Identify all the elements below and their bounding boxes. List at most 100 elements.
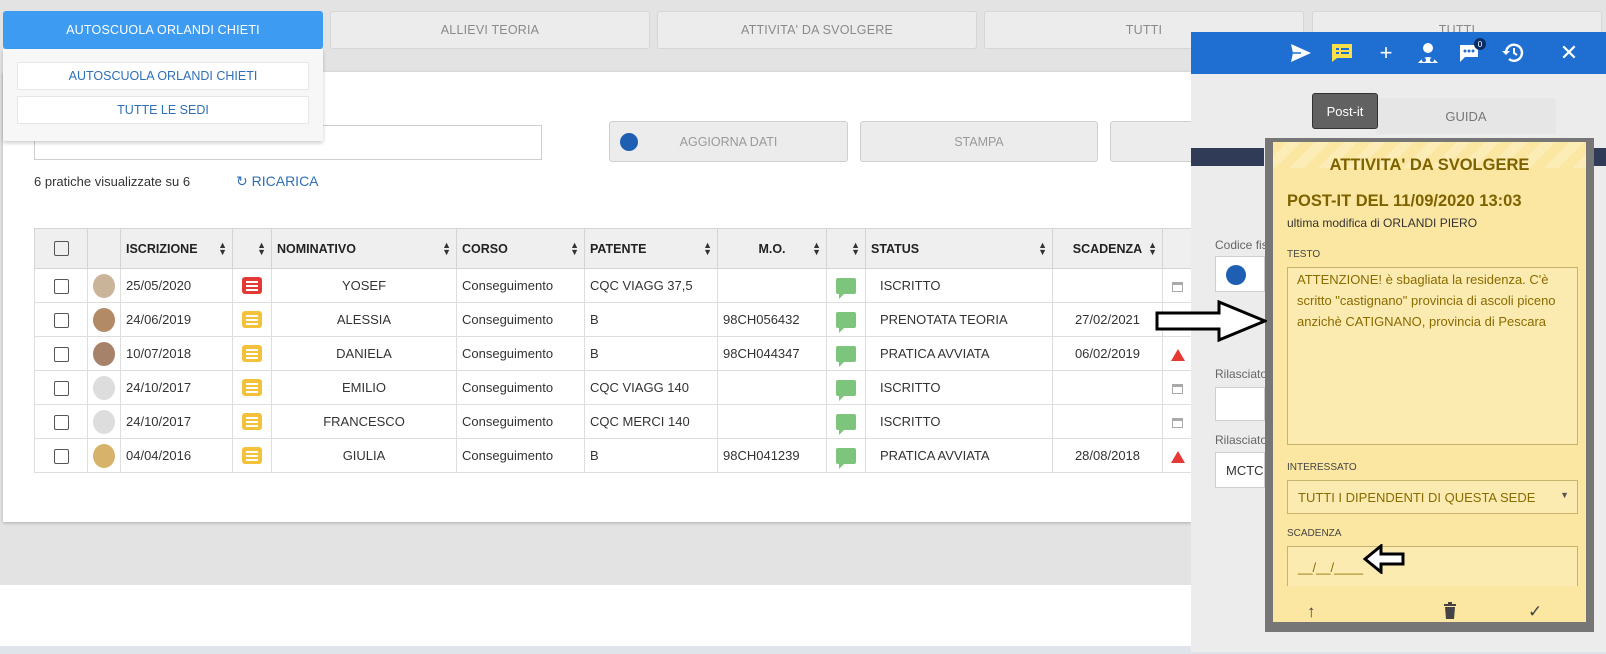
aggiorna-dati-button[interactable]: AGGIORNA DATI	[609, 121, 848, 162]
chevron-down-icon: ▼	[1560, 490, 1569, 500]
row-select-cell[interactable]	[35, 303, 88, 337]
send-icon[interactable]	[1288, 40, 1314, 66]
chat-icon[interactable]	[836, 346, 856, 362]
note-icon[interactable]	[242, 413, 262, 430]
chat-cell[interactable]	[827, 405, 866, 439]
stampa-button[interactable]: STAMPA	[860, 121, 1098, 162]
table-row[interactable]: 24/10/2017EMILIOConseguimentoCQC VIAGG 1…	[35, 371, 1193, 405]
header-patente[interactable]: PATENTE▲▼	[585, 229, 718, 269]
table-row[interactable]: 24/10/2017FRANCESCOConseguimentoCQC MERC…	[35, 405, 1193, 439]
user-icon[interactable]	[1415, 40, 1441, 66]
trash-icon[interactable]	[1443, 602, 1457, 624]
chat-cell[interactable]	[827, 269, 866, 303]
note-cell[interactable]	[233, 371, 272, 405]
dropdown-item-chieti[interactable]: AUTOSCUOLA ORLANDI CHIETI	[17, 62, 309, 90]
header-mo[interactable]: M.O.▲▼	[718, 229, 827, 269]
chat-cell[interactable]	[827, 439, 866, 473]
header-scadenza[interactable]: SCADENZA▲▼	[1053, 229, 1163, 269]
cell-nominativo[interactable]: EMILIO	[272, 371, 457, 405]
row-checkbox[interactable]	[54, 347, 69, 362]
dropdown-item-tutte-sedi[interactable]: TUTTE LE SEDI	[17, 96, 309, 124]
row-select-cell[interactable]	[35, 439, 88, 473]
header-chat[interactable]: ▲▼	[827, 229, 866, 269]
header-status[interactable]: STATUS▲▼	[866, 229, 1053, 269]
chat-icon[interactable]	[836, 448, 856, 464]
chat-icon[interactable]	[836, 414, 856, 430]
note-cell[interactable]	[233, 269, 272, 303]
row-select-cell[interactable]	[35, 337, 88, 371]
table-row[interactable]: 10/07/2018DANIELAConseguimentoB98CH04434…	[35, 337, 1193, 371]
note-icon[interactable]	[242, 379, 262, 396]
rilasciato-field[interactable]	[1215, 387, 1265, 421]
move-up-icon[interactable]: ↑	[1307, 602, 1316, 622]
select-all-checkbox[interactable]	[54, 241, 69, 256]
chat-icon[interactable]	[836, 278, 856, 294]
header-nominativo[interactable]: NOMINATIVO▲▼	[272, 229, 457, 269]
sort-icon[interactable]: ▲▼	[1148, 242, 1157, 256]
note-icon[interactable]	[242, 277, 262, 294]
chat-cell[interactable]	[827, 371, 866, 405]
flag-cell	[1163, 269, 1193, 303]
cell-status: PRATICA AVVIATA	[866, 337, 1053, 371]
postit-icon[interactable]	[1329, 40, 1355, 66]
note-cell[interactable]	[233, 405, 272, 439]
sort-icon[interactable]: ▲▼	[218, 242, 227, 256]
header-select-all[interactable]	[35, 229, 88, 269]
sort-icon[interactable]: ▲▼	[851, 242, 860, 256]
avatar	[93, 444, 115, 468]
header-flag	[1163, 229, 1193, 269]
table-row[interactable]: 25/05/2020YOSEFConseguimentoCQC VIAGG 37…	[35, 269, 1193, 303]
codice-fiscale-field[interactable]	[1215, 256, 1265, 292]
header-note[interactable]: ▲▼	[233, 229, 272, 269]
note-icon[interactable]	[242, 345, 262, 362]
row-checkbox[interactable]	[54, 381, 69, 396]
cell-patente: B	[585, 439, 718, 473]
row-checkbox[interactable]	[54, 313, 69, 328]
interessato-select[interactable]: TUTTI I DIPENDENTI DI QUESTA SEDE ▼	[1287, 480, 1578, 514]
tab-guida[interactable]: GUIDA	[1376, 98, 1556, 134]
cell-nominativo[interactable]: DANIELA	[272, 337, 457, 371]
cell-nominativo[interactable]: YOSEF	[272, 269, 457, 303]
reload-link[interactable]: ↻ RICARICA	[236, 173, 319, 190]
tab-allievi-teoria[interactable]: ALLIEVI TEORIA	[330, 11, 650, 49]
chat-cell[interactable]	[827, 337, 866, 371]
cell-nominativo[interactable]: ALESSIA	[272, 303, 457, 337]
chat-cell[interactable]	[827, 303, 866, 337]
note-cell[interactable]	[233, 439, 272, 473]
scadenza-input[interactable]: __/__/____	[1287, 546, 1578, 586]
tab-autoscuola[interactable]: AUTOSCUOLA ORLANDI CHIETI	[3, 11, 323, 49]
close-icon[interactable]: ✕	[1556, 40, 1582, 66]
chat-icon[interactable]	[836, 312, 856, 328]
cell-nominativo[interactable]: GIULIA	[272, 439, 457, 473]
sort-icon[interactable]: ▲▼	[1038, 242, 1047, 256]
row-checkbox[interactable]	[54, 415, 69, 430]
row-select-cell[interactable]	[35, 405, 88, 439]
row-checkbox[interactable]	[54, 449, 69, 464]
row-select-cell[interactable]	[35, 371, 88, 405]
sort-icon[interactable]: ▲▼	[703, 242, 712, 256]
note-cell[interactable]	[233, 337, 272, 371]
row-select-cell[interactable]	[35, 269, 88, 303]
note-cell[interactable]	[233, 303, 272, 337]
row-checkbox[interactable]	[54, 279, 69, 294]
note-icon[interactable]	[242, 447, 262, 464]
confirm-icon[interactable]: ✓	[1528, 602, 1542, 622]
table-row[interactable]: 04/04/2016GIULIAConseguimentoB98CH041239…	[35, 439, 1193, 473]
tab-attivita[interactable]: ATTIVITA' DA SVOLGERE	[657, 11, 977, 49]
sort-icon[interactable]: ▲▼	[812, 242, 821, 256]
rilasciato-value-field[interactable]: MCTC	[1215, 452, 1265, 488]
history-icon[interactable]	[1500, 40, 1526, 66]
extra-button[interactable]	[1110, 121, 1200, 162]
header-corso[interactable]: CORSO▲▼	[457, 229, 585, 269]
chat-icon[interactable]	[836, 380, 856, 396]
sort-icon[interactable]: ▲▼	[442, 242, 451, 256]
cell-nominativo[interactable]: FRANCESCO	[272, 405, 457, 439]
calendar-icon	[1172, 384, 1183, 394]
sort-icon[interactable]: ▲▼	[257, 242, 266, 256]
header-iscrizione[interactable]: ISCRIZIONE▲▼	[121, 229, 233, 269]
sort-icon[interactable]: ▲▼	[570, 242, 579, 256]
table-row[interactable]: 24/06/2019ALESSIAConseguimentoB98CH05643…	[35, 303, 1193, 337]
messages-icon[interactable]: 0	[1457, 40, 1483, 66]
add-icon[interactable]: +	[1373, 40, 1399, 66]
note-icon[interactable]	[242, 311, 262, 328]
